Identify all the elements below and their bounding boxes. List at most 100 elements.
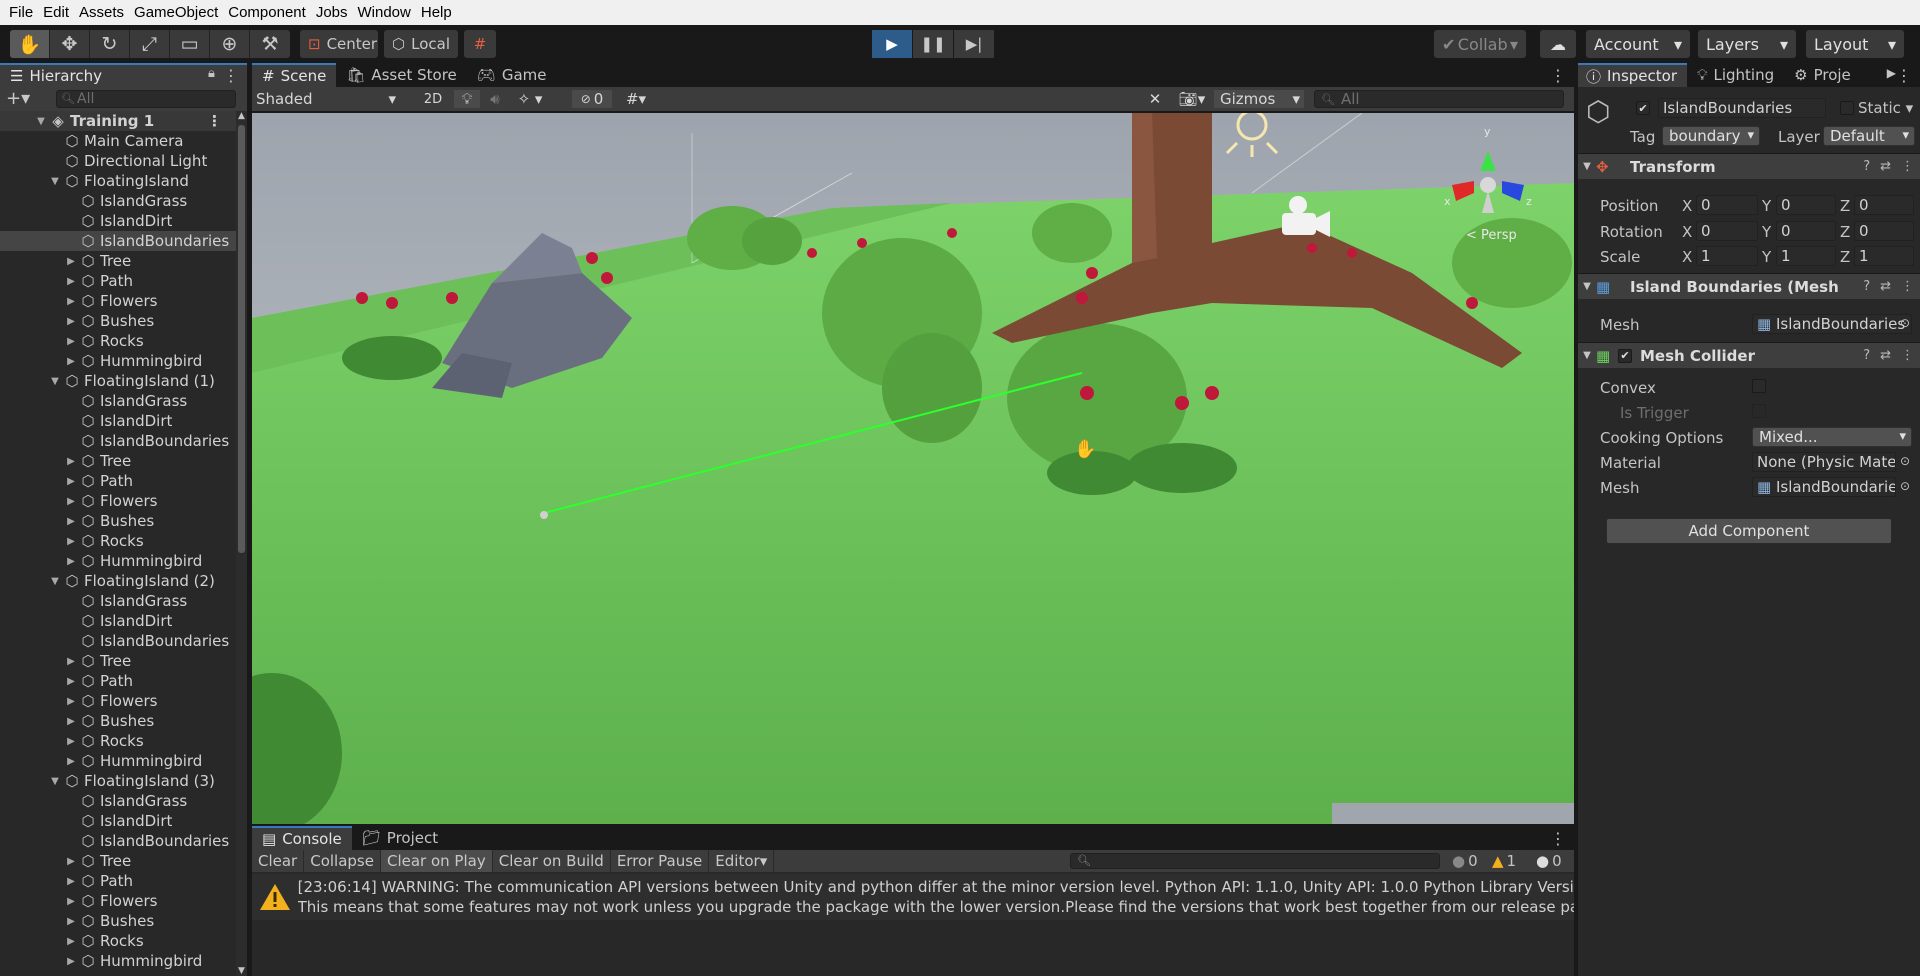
hierarchy-item[interactable]: ▶ ⬡ Path <box>0 871 236 891</box>
hierarchy-item[interactable]: ▶ ⬡ Flowers <box>0 291 236 311</box>
expand-arrow-icon[interactable]: ▶ <box>64 336 78 347</box>
expand-arrow-icon[interactable]: ▶ <box>64 536 78 547</box>
foldout-arrow-icon[interactable]: ▼ <box>1578 161 1596 172</box>
tab-inspector[interactable]: ⓘ Inspector <box>1578 63 1687 87</box>
tag-dropdown[interactable]: boundary <box>1662 126 1760 146</box>
hierarchy-item[interactable]: ⬡ IslandBoundaries <box>0 431 236 451</box>
hierarchy-item[interactable]: ▶ ⬡ Bushes <box>0 311 236 331</box>
expand-arrow-icon[interactable]: ▶ <box>64 556 78 567</box>
menu-component[interactable]: Component <box>223 4 311 21</box>
hierarchy-item[interactable]: ⬡ IslandDirt <box>0 411 236 431</box>
clear-button[interactable]: Clear <box>252 850 305 872</box>
expand-arrow-icon[interactable]: ▶ <box>64 696 78 707</box>
static-checkbox[interactable] <box>1840 101 1854 115</box>
hierarchy-item[interactable]: ⬡ IslandDirt <box>0 611 236 631</box>
persp-label[interactable]: < Persp <box>1466 228 1517 243</box>
hierarchy-search-input[interactable]: 🔍︎ All <box>56 90 236 108</box>
mesh-collider-enabled-checkbox[interactable]: ✔ <box>1618 348 1632 363</box>
expand-arrow-icon[interactable]: ▶ <box>64 276 78 287</box>
preset-icon[interactable]: ⇄ <box>1880 279 1891 294</box>
hierarchy-item[interactable]: ▶ ⬡ Path <box>0 671 236 691</box>
hidden-objects-toggle[interactable]: ⊘ 0 <box>572 90 612 108</box>
error-pause-button[interactable]: Error Pause <box>611 850 710 872</box>
scrollbar-thumb[interactable] <box>238 125 245 553</box>
console-search-input[interactable]: 🔍︎ <box>1070 853 1440 869</box>
tab-lighting[interactable]: 💡︎ Lighting <box>1687 63 1784 87</box>
hierarchy-item[interactable]: ▶ ⬡ Flowers <box>0 891 236 911</box>
more-icon[interactable]: ⋮ <box>1901 279 1914 294</box>
tab-project-settings[interactable]: ⚙ Proje <box>1784 63 1861 87</box>
tab-game[interactable]: 🎮︎ Game <box>467 63 557 87</box>
menu-gameobject[interactable]: GameObject <box>129 4 223 21</box>
hierarchy-item[interactable]: ⬡ IslandGrass <box>0 591 236 611</box>
hierarchy-item[interactable]: ⬡ IslandBoundaries <box>0 231 236 251</box>
hierarchy-item[interactable]: ▶ ⬡ Hummingbird <box>0 751 236 771</box>
mesh-object-field[interactable]: ▦ IslandBoundaries <box>1752 314 1912 334</box>
hierarchy-item[interactable]: ▶ ⬡ Hummingbird <box>0 351 236 371</box>
static-dropdown[interactable]: Static ▾ <box>1858 99 1913 117</box>
preset-icon[interactable]: ⇄ <box>1880 348 1891 363</box>
expand-arrow-icon[interactable]: ▶ <box>64 876 78 887</box>
menu-window[interactable]: Window <box>353 4 416 21</box>
log-count-toggle[interactable]: ● 0 <box>1452 852 1478 870</box>
hierarchy-item[interactable]: ⬡ Directional Light <box>0 151 236 171</box>
more-icon[interactable]: ⋮ <box>1901 348 1914 363</box>
mesh-collider-header[interactable]: ▼ ▦ ✔ Mesh Collider ? ⇄ ⋮ <box>1578 342 1920 368</box>
hummingbird-agent[interactable] <box>540 511 548 519</box>
mesh-filter-header[interactable]: ▼ ▦ Island Boundaries (Mesh ? ⇄ ⋮ <box>1578 273 1920 299</box>
add-component-button[interactable]: Add Component <box>1606 518 1892 544</box>
object-picker-icon[interactable]: ⊙ <box>1900 454 1910 468</box>
hierarchy-item[interactable]: ▼ ⬡ FloatingIsland (2) <box>0 571 236 591</box>
more-icon[interactable]: ⋮ <box>207 112 222 130</box>
clear-on-build-button[interactable]: Clear on Build <box>493 850 611 872</box>
menu-file[interactable]: File <box>4 4 38 21</box>
more-icon[interactable]: ⋮ <box>1901 159 1914 174</box>
tab-console[interactable]: ▤ Console <box>252 826 352 850</box>
hierarchy-item[interactable]: ▶ ⬡ Rocks <box>0 931 236 951</box>
scale-z-field[interactable]: 1 <box>1854 246 1914 266</box>
menu-edit[interactable]: Edit <box>38 4 74 21</box>
hierarchy-item[interactable]: ⬡ IslandBoundaries <box>0 631 236 651</box>
gizmos-dropdown[interactable]: Gizmos ▾ <box>1214 90 1304 108</box>
create-button[interactable]: +▾ <box>6 88 30 109</box>
pivot-center-button[interactable]: ⊡ Center <box>300 30 378 58</box>
cooking-options-dropdown[interactable]: Mixed... <box>1752 427 1912 447</box>
hierarchy-item[interactable]: ▶ ⬡ Bushes <box>0 711 236 731</box>
position-x-field[interactable]: 0 <box>1696 195 1758 215</box>
expand-arrow-icon[interactable]: ▶ <box>64 756 78 767</box>
grid-dropdown[interactable]: #▾ <box>616 90 656 108</box>
position-z-field[interactable]: 0 <box>1854 195 1914 215</box>
pause-button[interactable]: ❚❚ <box>913 30 953 58</box>
collab-dropdown[interactable]: ✔ Collab ▾ <box>1434 30 1526 58</box>
menu-assets[interactable]: Assets <box>74 4 129 21</box>
hierarchy-item[interactable]: ▶ ⬡ Hummingbird <box>0 551 236 571</box>
scene-search-input[interactable]: 🔍︎ All <box>1314 90 1564 108</box>
expand-arrow-icon[interactable]: ▶ <box>64 516 78 527</box>
account-dropdown[interactable]: Account ▾ <box>1586 30 1690 58</box>
transform-tool-icon[interactable]: ⊕ <box>210 30 250 58</box>
shading-mode-dropdown[interactable]: Shaded ▾ <box>256 90 400 108</box>
collapse-arrow-icon[interactable]: ▼ <box>48 776 62 787</box>
expand-arrow-icon[interactable]: ▶ <box>64 316 78 327</box>
collider-mesh-object-field[interactable]: ▦ IslandBoundaries <box>1752 477 1896 497</box>
expand-arrow-icon[interactable]: ▶ <box>64 476 78 487</box>
expand-arrow-icon[interactable]: ▶ <box>64 896 78 907</box>
layout-dropdown[interactable]: Layout ▾ <box>1806 30 1904 58</box>
scale-x-field[interactable]: 1 <box>1696 246 1758 266</box>
expand-arrow-icon[interactable]: ▼ <box>34 116 48 127</box>
hierarchy-item[interactable]: ▼ ⬡ FloatingIsland (1) <box>0 371 236 391</box>
hierarchy-item[interactable]: ▶ ⬡ Tree <box>0 251 236 271</box>
object-name-field[interactable]: IslandBoundaries <box>1658 98 1826 118</box>
object-picker-icon[interactable]: ⊙ <box>1900 479 1910 493</box>
preset-icon[interactable]: ⇄ <box>1880 159 1891 174</box>
material-object-field[interactable]: None (Physic Material) <box>1752 452 1896 472</box>
hierarchy-item[interactable]: ▶ ⬡ Bushes <box>0 911 236 931</box>
custom-tool-icon[interactable]: ⚒ <box>250 30 290 58</box>
hierarchy-item[interactable]: ⬡ IslandBoundaries <box>0 831 236 851</box>
pivot-local-button[interactable]: ⬡ Local <box>384 30 458 58</box>
audio-toggle-icon[interactable]: 🔊︎ <box>482 90 508 108</box>
hierarchy-scrollbar[interactable]: ▲ ▼ <box>236 111 247 976</box>
menu-help[interactable]: Help <box>416 4 457 21</box>
move-tool-icon[interactable]: ✥ <box>50 30 90 58</box>
scale-y-field[interactable]: 1 <box>1776 246 1836 266</box>
